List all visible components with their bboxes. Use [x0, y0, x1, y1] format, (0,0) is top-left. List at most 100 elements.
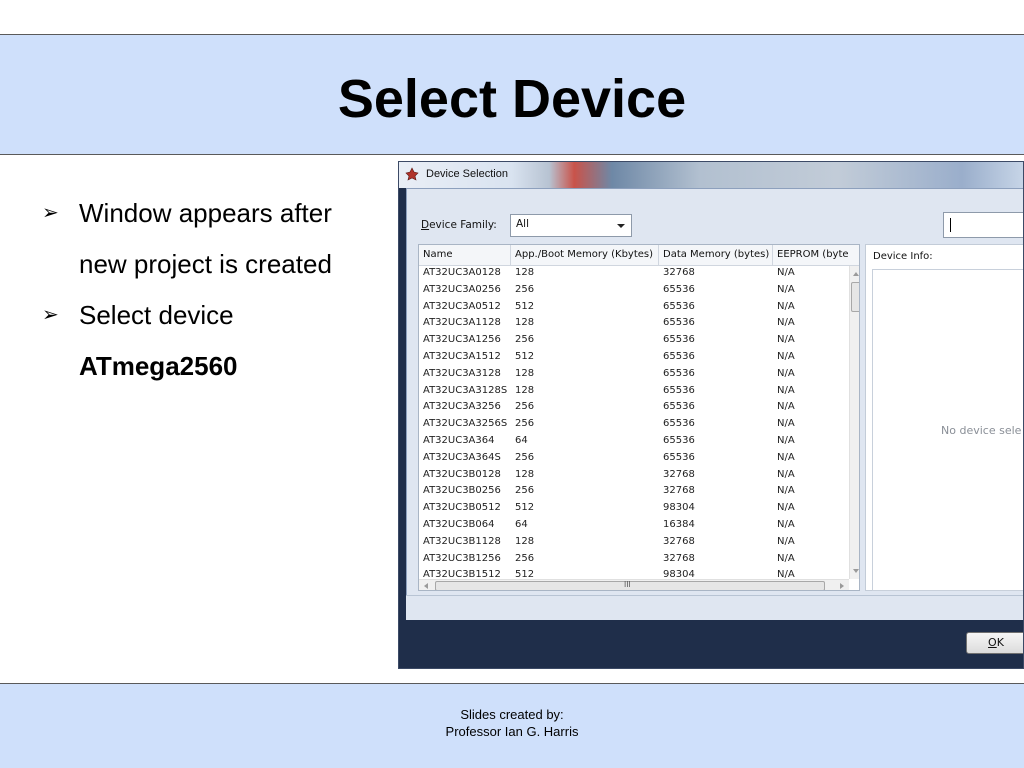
cell-app-memory: 64 — [515, 518, 528, 530]
cell-data-memory: 32768 — [663, 267, 695, 278]
cell-eeprom: N/A — [777, 552, 795, 564]
scroll-thumb[interactable] — [851, 282, 859, 312]
scroll-down-icon[interactable] — [853, 569, 859, 573]
cell-device-name: AT32UC3A1512 — [423, 350, 501, 362]
cell-data-memory: 32768 — [663, 485, 695, 497]
ok-button[interactable]: OK — [966, 632, 1023, 654]
cell-data-memory: 65536 — [663, 334, 695, 346]
cell-app-memory: 256 — [515, 283, 535, 295]
cell-eeprom: N/A — [777, 350, 795, 362]
column-header-eeprom[interactable]: EEPROM (byte — [773, 245, 859, 266]
cell-device-name: AT32UC3A3256 — [423, 401, 501, 413]
bullet-item: ➢ Select device ATmega2560 — [42, 290, 382, 392]
cell-eeprom: N/A — [777, 485, 795, 497]
table-row[interactable]: AT32UC3B1128 128 32768 N/A — [419, 535, 849, 552]
table-row[interactable]: AT32UC3A364 64 65536 N/A — [419, 434, 849, 451]
table-row[interactable]: AT32UC3A1256 256 65536 N/A — [419, 333, 849, 350]
text-cursor — [950, 218, 951, 232]
cell-device-name: AT32UC3B1256 — [423, 552, 501, 564]
cell-app-memory: 256 — [515, 485, 535, 497]
device-family-label: Device Family: — [421, 219, 497, 231]
device-info-label: Device Info: — [873, 251, 933, 262]
scroll-up-icon[interactable] — [853, 272, 859, 276]
cell-app-memory: 128 — [515, 468, 535, 480]
cell-data-memory: 65536 — [663, 434, 695, 446]
cell-data-memory: 16384 — [663, 518, 695, 530]
table-row[interactable]: AT32UC3A0128 128 32768 N/A — [419, 266, 849, 283]
search-input[interactable] — [943, 212, 1023, 238]
cell-app-memory: 256 — [515, 334, 535, 346]
cell-eeprom: N/A — [777, 451, 795, 463]
table-row[interactable]: AT32UC3B064 64 16384 N/A — [419, 518, 849, 535]
table-row[interactable]: AT32UC3A1128 128 65536 N/A — [419, 316, 849, 333]
table-row[interactable]: AT32UC3A364S 256 65536 N/A — [419, 451, 849, 468]
table-row[interactable]: AT32UC3A1512 512 65536 N/A — [419, 350, 849, 367]
bullet-text: Window appears after — [79, 198, 332, 228]
scroll-left-icon[interactable] — [424, 583, 428, 589]
table-row[interactable]: AT32UC3A0256 256 65536 N/A — [419, 283, 849, 300]
cell-app-memory: 512 — [515, 569, 535, 579]
cell-device-name: AT32UC3B1128 — [423, 535, 501, 547]
table-row[interactable]: AT32UC3A3128 128 65536 N/A — [419, 367, 849, 384]
bullet-text: Select device — [79, 300, 234, 330]
table-row[interactable]: AT32UC3A3256S 256 65536 N/A — [419, 417, 849, 434]
table-row[interactable]: AT32UC3B0256 256 32768 N/A — [419, 484, 849, 501]
window-titlebar[interactable]: Device Selection — [399, 162, 1023, 188]
table-row[interactable]: AT32UC3B1256 256 32768 N/A — [419, 552, 849, 569]
cell-eeprom: N/A — [777, 367, 795, 379]
window-status-strip — [406, 595, 1023, 620]
cell-data-memory: 32768 — [663, 535, 695, 547]
column-header-app-memory[interactable]: App./Boot Memory (Kbytes) — [511, 245, 659, 266]
cell-app-memory: 256 — [515, 552, 535, 564]
cell-device-name: AT32UC3A364S — [423, 451, 501, 463]
cell-device-name: AT32UC3A3256S — [423, 418, 508, 430]
credit-line-2: Professor Ian G. Harris — [445, 724, 579, 739]
device-family-value: All — [516, 218, 530, 230]
list-header: Name App./Boot Memory (Kbytes) Data Memo… — [419, 245, 859, 266]
no-device-selected-text: No device sele — [941, 424, 1022, 437]
cell-data-memory: 98304 — [663, 502, 695, 514]
table-row[interactable]: AT32UC3A3128S 128 65536 N/A — [419, 384, 849, 401]
device-rows: AT32UC3A0128 128 32768 N/A AT32UC3A0256 256 65… — [419, 266, 849, 579]
cell-device-name: AT32UC3A3128 — [423, 367, 501, 379]
column-header-data-memory[interactable]: Data Memory (bytes) — [659, 245, 773, 266]
cell-app-memory: 128 — [515, 317, 535, 329]
cell-app-memory: 512 — [515, 300, 535, 312]
cell-app-memory: 128 — [515, 535, 535, 547]
scroll-right-icon[interactable] — [840, 583, 844, 589]
horizontal-scrollbar[interactable]: III — [419, 579, 849, 590]
device-name-text: ATmega2560 — [79, 351, 238, 381]
cell-data-memory: 65536 — [663, 384, 695, 396]
cell-eeprom: N/A — [777, 317, 795, 329]
cell-eeprom: N/A — [777, 434, 795, 446]
cell-app-memory: 128 — [515, 367, 535, 379]
bullet-list: ➢ Window appears after new project is cr… — [42, 188, 382, 392]
cell-device-name: AT32UC3A364 — [423, 434, 495, 446]
cell-device-name: AT32UC3B1512 — [423, 569, 501, 579]
device-family-dropdown[interactable]: All — [510, 214, 632, 237]
cell-device-name: AT32UC3B0512 — [423, 502, 501, 514]
scroll-grip: III — [624, 580, 631, 589]
table-row[interactable]: AT32UC3B1512 512 98304 N/A — [419, 568, 849, 579]
app-icon — [405, 167, 419, 181]
bullet-text: new project is created — [79, 249, 332, 279]
vertical-scrollbar[interactable] — [849, 266, 859, 579]
column-header-name[interactable]: Name — [419, 245, 511, 266]
table-row[interactable]: AT32UC3B0512 512 98304 N/A — [419, 501, 849, 518]
bullet-item: ➢ Window appears after new project is cr… — [42, 188, 382, 290]
cell-data-memory: 65536 — [663, 401, 695, 413]
device-list[interactable]: Name App./Boot Memory (Kbytes) Data Memo… — [418, 244, 860, 591]
cell-device-name: AT32UC3B0128 — [423, 468, 501, 480]
cell-eeprom: N/A — [777, 267, 795, 278]
cell-eeprom: N/A — [777, 569, 795, 579]
cell-eeprom: N/A — [777, 384, 795, 396]
table-row[interactable]: AT32UC3B0128 128 32768 N/A — [419, 468, 849, 485]
cell-data-memory: 65536 — [663, 283, 695, 295]
slide-title: Select Device — [337, 69, 687, 129]
button-bar — [399, 622, 1023, 668]
table-row[interactable]: AT32UC3A3256 256 65536 N/A — [419, 400, 849, 417]
cell-data-memory: 65536 — [663, 317, 695, 329]
credit-line-1: Slides created by: — [460, 707, 564, 722]
cell-device-name: AT32UC3A0128 — [423, 267, 501, 278]
table-row[interactable]: AT32UC3A0512 512 65536 N/A — [419, 300, 849, 317]
